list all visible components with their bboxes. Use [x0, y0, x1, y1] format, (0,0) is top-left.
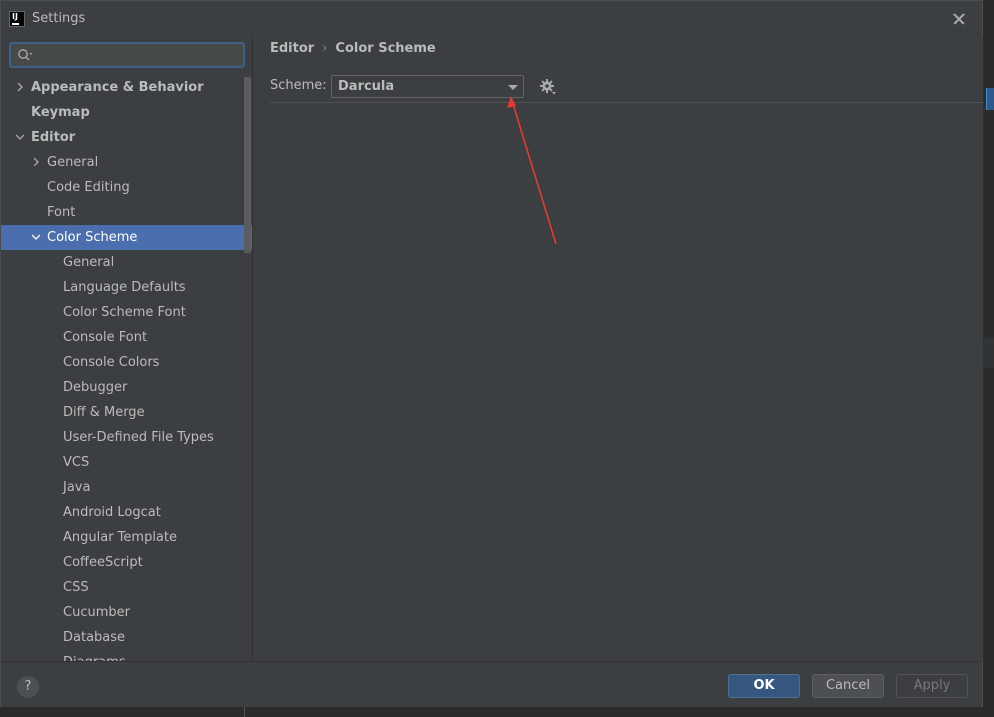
- tree-item-label: Java: [63, 480, 91, 495]
- tree-item-label: Language Defaults: [63, 280, 186, 295]
- tree-item[interactable]: Diff & Merge: [1, 400, 252, 425]
- scheme-label: Scheme:: [270, 78, 327, 93]
- tree-item[interactable]: Language Defaults: [1, 275, 252, 300]
- tree-item[interactable]: Java: [1, 475, 252, 500]
- breadcrumb-parent[interactable]: Editor: [270, 41, 314, 56]
- tree-item-label: General: [47, 155, 99, 170]
- content-divider: [270, 102, 984, 103]
- tree-item[interactable]: Console Font: [1, 325, 252, 350]
- tree-item[interactable]: Debugger: [1, 375, 252, 400]
- tree-item-label: Appearance & Behavior: [31, 80, 204, 95]
- close-button[interactable]: [947, 7, 971, 31]
- title-bar: Settings: [1, 1, 982, 37]
- tree-item-label: Color Scheme: [47, 230, 138, 245]
- tree-item-label: Console Colors: [63, 355, 160, 370]
- tree-item[interactable]: Color Scheme Font: [1, 300, 252, 325]
- tree-item-label: VCS: [63, 455, 90, 470]
- tree-item-label: Diff & Merge: [63, 405, 145, 420]
- background-ide-edge: [982, 0, 994, 717]
- cancel-button[interactable]: Cancel: [812, 674, 884, 698]
- tree-item[interactable]: Color Scheme: [1, 225, 252, 250]
- tree-item-label: CSS: [63, 580, 89, 595]
- tree-item-label: Editor: [31, 130, 76, 145]
- apply-button[interactable]: Apply: [896, 674, 968, 698]
- tree-item-label: Android Logcat: [63, 505, 161, 520]
- tree-item[interactable]: Diagrams: [1, 650, 252, 661]
- tree-item-label: General: [63, 255, 115, 270]
- tree-item[interactable]: Database: [1, 625, 252, 650]
- chevron-down-icon[interactable]: [16, 133, 24, 141]
- tree-item[interactable]: Cucumber: [1, 600, 252, 625]
- background-strip: [982, 338, 994, 368]
- tree-item[interactable]: Android Logcat: [1, 500, 252, 525]
- chevron-down-icon: [508, 85, 518, 90]
- tree-item[interactable]: Appearance & Behavior: [1, 75, 252, 100]
- tree-item-label: Keymap: [31, 105, 90, 120]
- help-button[interactable]: ?: [17, 676, 39, 698]
- settings-dialog: Settings Appearance & Behavior Keymap Edit…: [0, 0, 984, 707]
- tree-item[interactable]: Font: [1, 200, 252, 225]
- settings-tree: Appearance & Behavior Keymap Editor General…: [1, 75, 252, 661]
- tree-item-label: Database: [63, 630, 126, 645]
- tree-item-label: Angular Template: [63, 530, 177, 545]
- tree-item[interactable]: CSS: [1, 575, 252, 600]
- tree-item-label: Debugger: [63, 380, 128, 395]
- breadcrumb-separator: ›: [322, 41, 328, 56]
- intellij-app-icon: [9, 11, 25, 27]
- tree-item-label: Diagrams: [63, 650, 126, 661]
- tree-item[interactable]: CoffeeScript: [1, 550, 252, 575]
- tree-item[interactable]: Editor: [1, 125, 252, 150]
- tree-item[interactable]: Console Colors: [1, 350, 252, 375]
- tree-item-label: Code Editing: [47, 180, 130, 195]
- tree-item[interactable]: Angular Template: [1, 525, 252, 550]
- chevron-right-icon[interactable]: [16, 83, 24, 91]
- chevron-right-icon[interactable]: [32, 158, 40, 166]
- gear-icon[interactable]: [538, 77, 558, 97]
- background-ide-bottom: [0, 706, 994, 717]
- tree-item-label: Font: [47, 205, 76, 220]
- tree-item[interactable]: General: [1, 150, 252, 175]
- settings-sidebar: Appearance & Behavior Keymap Editor General…: [1, 37, 252, 661]
- settings-content: Editor › Color Scheme Scheme: Darcula: [252, 37, 984, 661]
- tree-item-label: Console Font: [63, 330, 148, 345]
- search-field[interactable]: [9, 42, 245, 68]
- chevron-down-icon[interactable]: [32, 233, 40, 241]
- background-tab: [986, 88, 994, 110]
- search-icon: [18, 49, 33, 61]
- breadcrumb-current: Color Scheme: [335, 41, 436, 56]
- tree-item[interactable]: VCS: [1, 450, 252, 475]
- tree-item-label: Cucumber: [63, 605, 130, 620]
- breadcrumb: Editor › Color Scheme: [270, 41, 436, 56]
- tree-item[interactable]: User-Defined File Types: [1, 425, 252, 450]
- tree-item-label: User-Defined File Types: [63, 430, 214, 445]
- tree-item-label: CoffeeScript: [63, 555, 143, 570]
- dialog-footer: ? OK Cancel Apply: [1, 661, 982, 707]
- scheme-selected-value: Darcula: [338, 79, 395, 94]
- tree-item-label: Color Scheme Font: [63, 305, 186, 320]
- scheme-dropdown[interactable]: Darcula: [331, 75, 524, 98]
- tree-item[interactable]: Keymap: [1, 100, 252, 125]
- ok-button[interactable]: OK: [728, 674, 800, 698]
- window-title: Settings: [32, 11, 86, 26]
- sidebar-scrollbar[interactable]: [244, 77, 251, 253]
- tree-item[interactable]: General: [1, 250, 252, 275]
- tree-item[interactable]: Code Editing: [1, 175, 252, 200]
